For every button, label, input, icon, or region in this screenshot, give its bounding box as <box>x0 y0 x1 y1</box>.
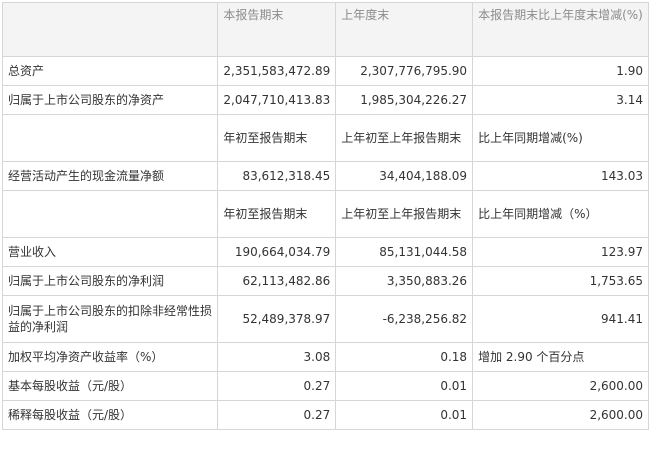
subheader-ytd: 年初至报告期末 <box>217 114 337 162</box>
header-period-end: 本报告期末 <box>217 2 337 57</box>
cell-value: 1.90 <box>472 56 649 86</box>
cell-value: 0.01 <box>335 371 474 401</box>
cell-value: 0.01 <box>335 400 474 430</box>
subheader-ytd: 年初至报告期末 <box>217 190 337 238</box>
cell-value: 83,612,318.45 <box>217 161 337 191</box>
cell-value: 3.08 <box>217 342 337 372</box>
header-last-year-end: 上年度末 <box>335 2 474 57</box>
cell-value: 3,350,883.26 <box>335 266 474 296</box>
cell-value: 0.27 <box>217 371 337 401</box>
row-label: 稀释每股收益（元/股） <box>1 400 219 430</box>
subheader-empty-cell <box>1 114 219 162</box>
table-row: 基本每股收益（元/股） 0.27 0.01 2,600.00 <box>1 371 649 401</box>
cell-value: 2,047,710,413.83 <box>217 85 337 115</box>
cell-value: 941.41 <box>472 295 649 343</box>
cell-value: 增加 2.90 个百分点 <box>472 342 649 372</box>
cell-value: 190,664,034.79 <box>217 237 337 267</box>
table-row: 归属于上市公司股东的扣除非经常性损益的净利润 52,489,378.97 -6,… <box>1 295 649 343</box>
financial-table-container: 本报告期末 上年度末 本报告期末比上年度末增减(%) 总资产 2,351,583… <box>1 2 649 430</box>
cell-value: 1,985,304,226.27 <box>335 85 474 115</box>
table-row: 加权平均净资产收益率（%） 3.08 0.18 增加 2.90 个百分点 <box>1 342 649 372</box>
cell-value: 143.03 <box>472 161 649 191</box>
cell-value: 0.18 <box>335 342 474 372</box>
cell-value: 52,489,378.97 <box>217 295 337 343</box>
table-row: 归属于上市公司股东的净利润 62,113,482.86 3,350,883.26… <box>1 266 649 296</box>
subheader-prior-ytd: 上年初至上年报告期末 <box>335 190 474 238</box>
cell-value: 62,113,482.86 <box>217 266 337 296</box>
row-label: 经营活动产生的现金流量净额 <box>1 161 219 191</box>
cell-value: 123.97 <box>472 237 649 267</box>
row-label: 归属于上市公司股东的净资产 <box>1 85 219 115</box>
cell-value: 2,600.00 <box>472 400 649 430</box>
row-label: 归属于上市公司股东的扣除非经常性损益的净利润 <box>1 295 219 343</box>
cell-value: 0.27 <box>217 400 337 430</box>
subheader-empty-cell <box>1 190 219 238</box>
table-row: 经营活动产生的现金流量净额 83,612,318.45 34,404,188.0… <box>1 161 649 191</box>
cell-value: 2,351,583,472.89 <box>217 56 337 86</box>
table-row: 营业收入 190,664,034.79 85,131,044.58 123.97 <box>1 237 649 267</box>
subheader-yoy-change: 比上年同期增减（%） <box>472 190 649 238</box>
cell-value: 1,753.65 <box>472 266 649 296</box>
cell-value: 34,404,188.09 <box>335 161 474 191</box>
header-empty-cell <box>1 2 219 57</box>
cell-value: -6,238,256.82 <box>335 295 474 343</box>
cell-value: 2,600.00 <box>472 371 649 401</box>
row-label: 归属于上市公司股东的净利润 <box>1 266 219 296</box>
row-label: 加权平均净资产收益率（%） <box>1 342 219 372</box>
table-row: 总资产 2,351,583,472.89 2,307,776,795.90 1.… <box>1 56 649 86</box>
subheader-prior-ytd: 上年初至上年报告期末 <box>335 114 474 162</box>
row-label: 营业收入 <box>1 237 219 267</box>
subheader-yoy-change: 比上年同期增减(%) <box>472 114 649 162</box>
row-label: 总资产 <box>1 56 219 86</box>
header-change-pct: 本报告期末比上年度末增减(%) <box>472 2 649 57</box>
table-header-row: 本报告期末 上年度末 本报告期末比上年度末增减(%) <box>1 2 649 57</box>
subheader-row: 年初至报告期末 上年初至上年报告期末 比上年同期增减（%） <box>1 190 649 238</box>
table-row: 归属于上市公司股东的净资产 2,047,710,413.83 1,985,304… <box>1 85 649 115</box>
subheader-row: 年初至报告期末 上年初至上年报告期末 比上年同期增减(%) <box>1 114 649 162</box>
table-row: 稀释每股收益（元/股） 0.27 0.01 2,600.00 <box>1 400 649 430</box>
cell-value: 3.14 <box>472 85 649 115</box>
cell-value: 2,307,776,795.90 <box>335 56 474 86</box>
cell-value: 85,131,044.58 <box>335 237 474 267</box>
financial-data-table: 本报告期末 上年度末 本报告期末比上年度末增减(%) 总资产 2,351,583… <box>1 2 649 430</box>
row-label: 基本每股收益（元/股） <box>1 371 219 401</box>
